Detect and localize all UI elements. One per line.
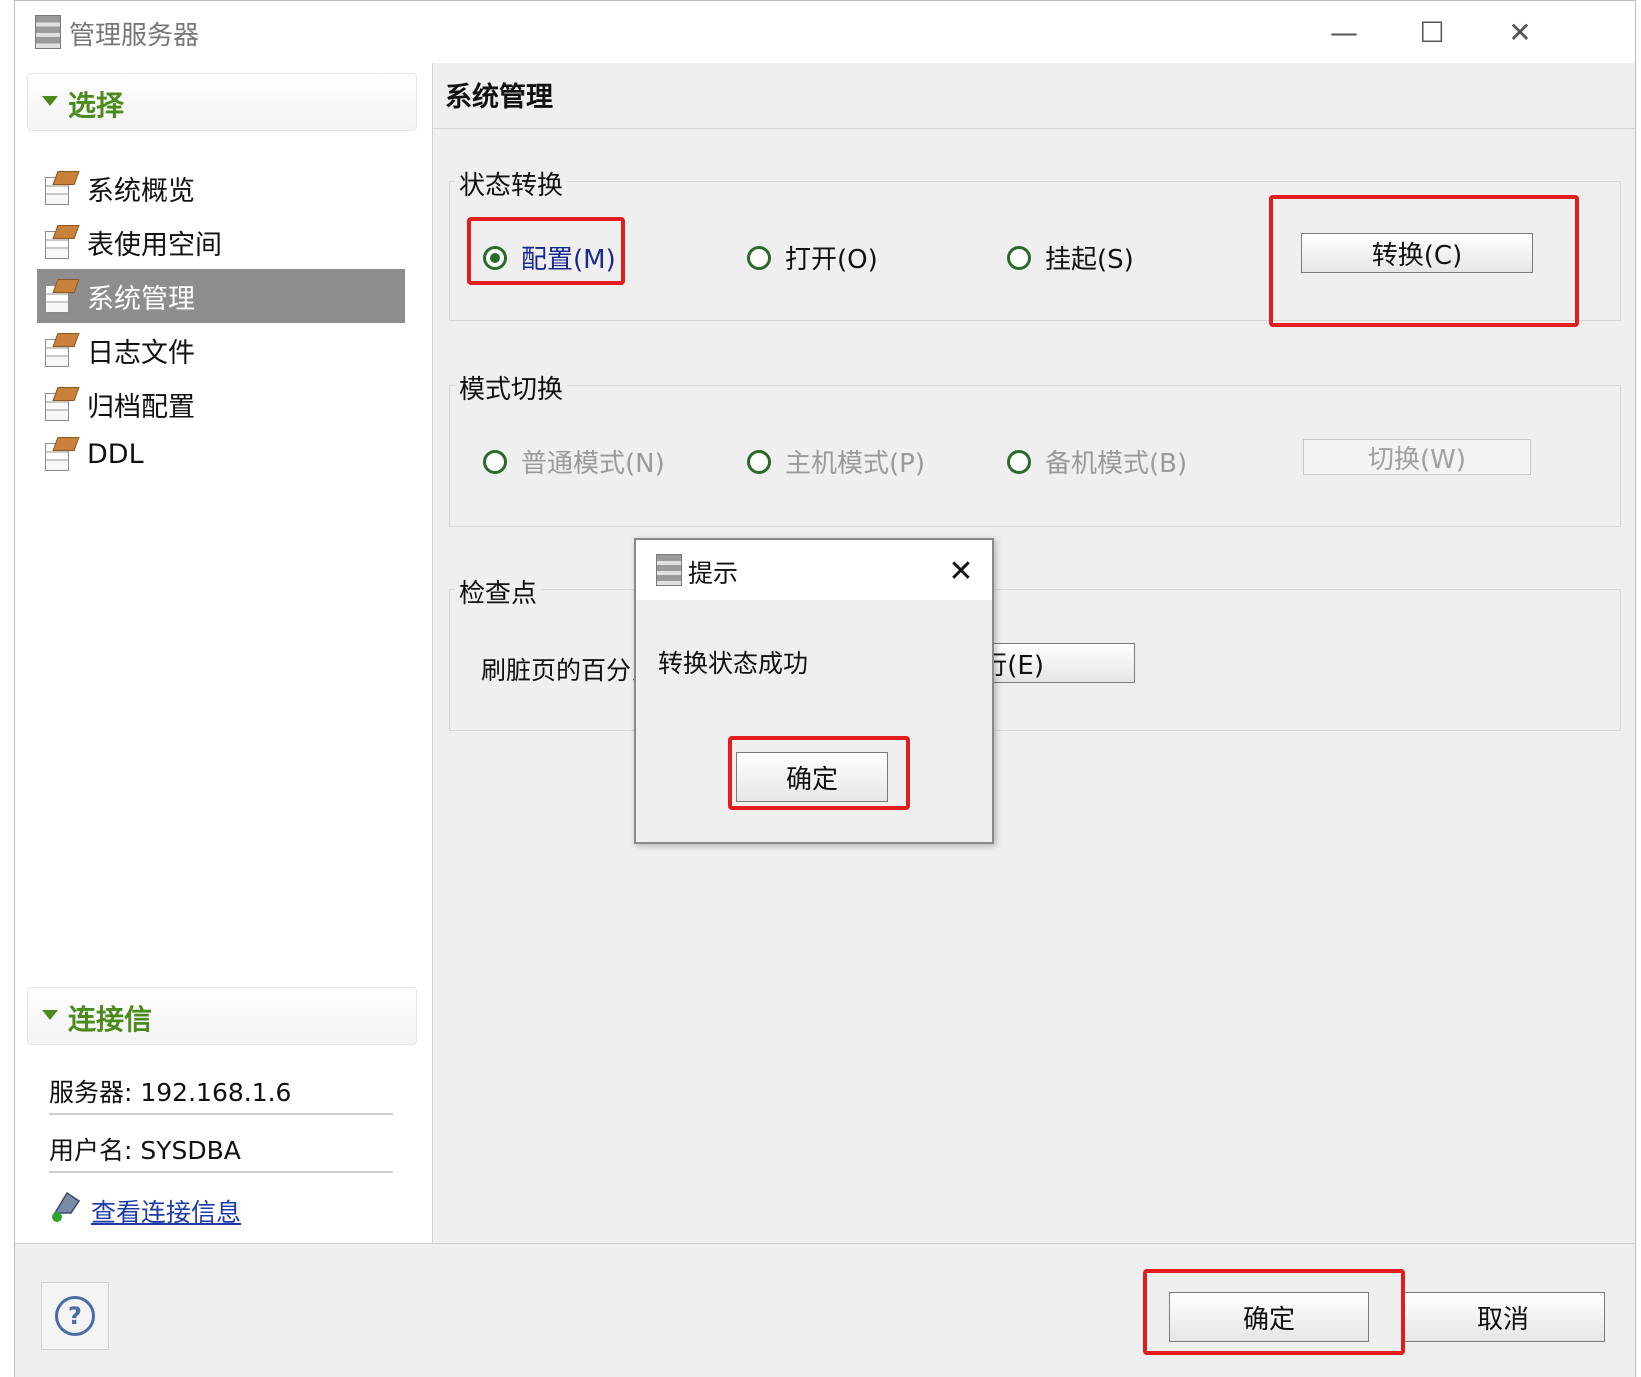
page-icon	[43, 437, 77, 471]
bottom-bar: ? 确定 取消	[15, 1243, 1635, 1377]
select-section-title: 选择	[68, 89, 125, 122]
radio-normal-mode[interactable]: 普通模式(N)	[483, 443, 665, 480]
notice-dialog: 提示 ✕ 转换状态成功 确定	[634, 538, 994, 844]
server-icon	[35, 15, 61, 49]
convert-button[interactable]: 转换(C)	[1301, 233, 1533, 273]
connection-section-header[interactable]: 连接信	[27, 987, 417, 1045]
nav-item-label: 日志文件	[87, 337, 195, 369]
radio-unchecked-icon	[483, 449, 507, 474]
nav-item-ddl[interactable]: DDL	[37, 427, 405, 481]
maximize-button[interactable]: ☐	[1397, 9, 1467, 55]
collapse-arrow-icon	[42, 1010, 58, 1020]
right-panel-header: 系统管理	[433, 63, 1635, 129]
cancel-button[interactable]: 取消	[1401, 1292, 1605, 1342]
page-icon	[43, 279, 77, 313]
connection-section-title: 连接信	[68, 1003, 153, 1036]
mode-switch-title: 模式切换	[455, 369, 568, 406]
radio-config[interactable]: 配置(M)	[483, 239, 616, 276]
nav-item-label: 系统概览	[87, 175, 195, 207]
nav-item-label: 归档配置	[87, 391, 195, 423]
radio-label: 备机模式(B)	[1045, 449, 1188, 479]
server-info: 服务器: 192.168.1.6	[49, 1078, 292, 1107]
title-bar: 管理服务器 — ☐ ✕	[15, 1, 1635, 63]
radio-standby-mode[interactable]: 备机模式(B)	[1007, 443, 1187, 480]
divider	[49, 1113, 393, 1115]
select-section-header[interactable]: 选择	[27, 73, 417, 131]
nav-item-table-space[interactable]: 表使用空间	[37, 215, 405, 269]
nav-item-overview[interactable]: 系统概览	[37, 161, 405, 215]
ok-button[interactable]: 确定	[1169, 1292, 1369, 1342]
radio-open[interactable]: 打开(O)	[747, 239, 878, 276]
window-title: 管理服务器	[69, 21, 200, 51]
dialog-title: 提示	[688, 559, 739, 588]
page-icon	[43, 225, 77, 259]
radio-label: 配置(M)	[521, 245, 616, 275]
server-icon	[656, 554, 682, 586]
collapse-arrow-icon	[42, 96, 58, 106]
nav-item-log-files[interactable]: 日志文件	[37, 323, 405, 377]
switch-button[interactable]: 切换(W)	[1303, 439, 1531, 475]
state-transition-title: 状态转换	[455, 165, 568, 202]
divider	[49, 1171, 393, 1173]
dialog-title-bar: 提示 ✕	[636, 540, 992, 600]
nav-item-archive-config[interactable]: 归档配置	[37, 377, 405, 431]
nav-item-system-management[interactable]: 系统管理	[37, 269, 405, 323]
radio-label: 普通模式(N)	[521, 449, 665, 479]
radio-unchecked-icon	[1007, 245, 1031, 270]
radio-primary-mode[interactable]: 主机模式(P)	[747, 443, 925, 480]
page-icon	[43, 387, 77, 421]
nav-item-label: DDL	[87, 438, 144, 470]
dialog-close-button[interactable]: ✕	[938, 548, 984, 594]
dialog-ok-button[interactable]: 确定	[736, 752, 888, 802]
radio-suspend[interactable]: 挂起(S)	[1007, 239, 1134, 276]
dirty-page-percent-label: 刷脏页的百分比	[481, 656, 657, 685]
checkpoint-title: 检查点	[455, 573, 542, 610]
nav-item-label: 表使用空间	[87, 229, 222, 261]
nav-item-label: 系统管理	[87, 283, 195, 315]
view-connection-info-link[interactable]: 查看连接信息	[91, 1193, 241, 1229]
radio-unchecked-icon	[747, 245, 771, 270]
radio-unchecked-icon	[747, 449, 771, 474]
user-info: 用户名: SYSDBA	[49, 1136, 241, 1165]
page-icon	[43, 171, 77, 205]
connection-icon	[49, 1187, 83, 1223]
close-button[interactable]: ✕	[1485, 9, 1555, 55]
page-icon	[43, 333, 77, 367]
help-button[interactable]: ?	[41, 1282, 109, 1350]
left-panel: 选择 系统概览 表使用空间 系统管理 日志文件 归档配置 DDL 连接信 服务器…	[15, 63, 433, 1243]
radio-checked-icon	[483, 245, 507, 270]
minimize-button[interactable]: —	[1309, 9, 1379, 55]
page-title: 系统管理	[445, 82, 553, 113]
radio-label: 挂起(S)	[1045, 245, 1134, 275]
radio-label: 打开(O)	[785, 245, 878, 275]
radio-unchecked-icon	[1007, 449, 1031, 474]
radio-label: 主机模式(P)	[785, 449, 925, 479]
help-icon: ?	[55, 1296, 95, 1336]
dialog-message: 转换状态成功	[658, 649, 809, 678]
